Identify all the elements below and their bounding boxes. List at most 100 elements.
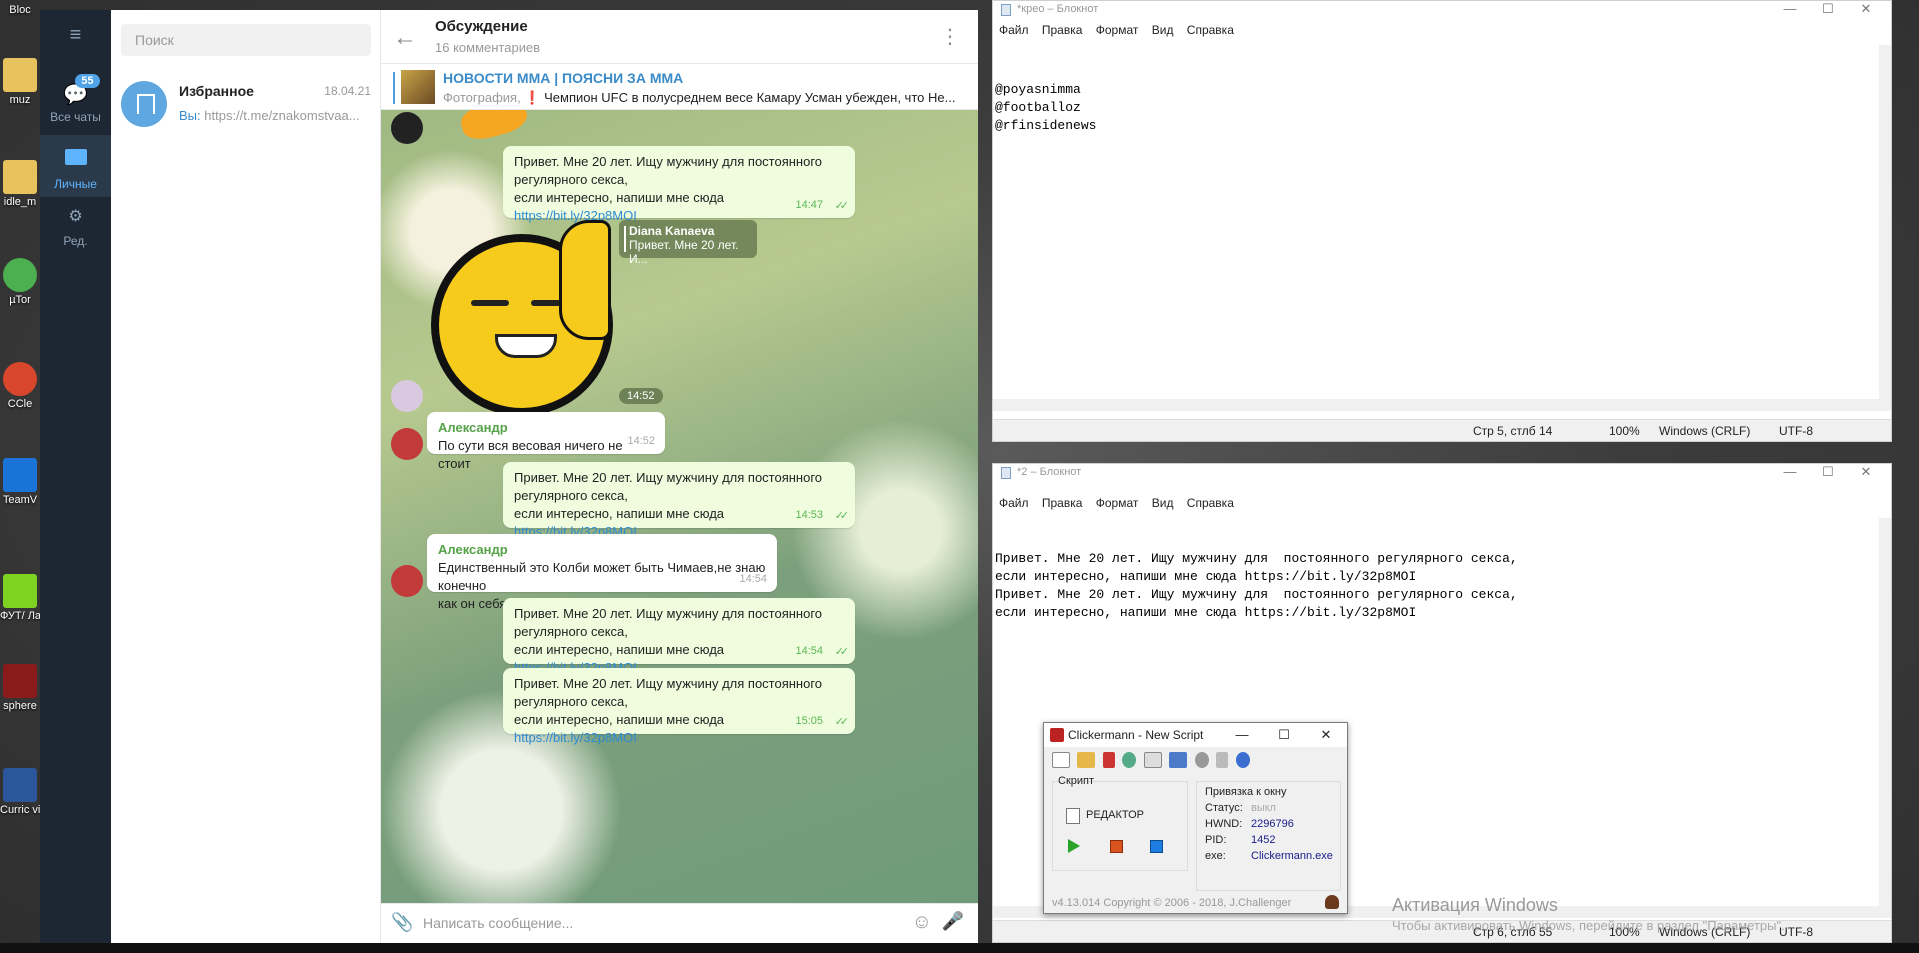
menu-format[interactable]: Формат [1096,496,1139,510]
paperclip-icon[interactable]: 📎 [391,912,413,933]
desktop-icon-football[interactable]: ФУТ/ Лайк и [0,574,40,622]
gear-icon[interactable] [1194,751,1209,768]
message-link[interactable]: https://bit.ly/32p8MOI [514,208,637,223]
message-input[interactable]: Написать сообщение... [423,915,573,931]
folder-edit[interactable]: ⚙ Ред. [40,206,111,258]
minimize-icon[interactable]: — [1771,464,1809,479]
sticker-fragment [457,110,531,144]
maximize-icon[interactable]: ☐ [1809,464,1847,480]
menu-button[interactable]: ≡ [40,24,111,47]
chat-preview: Вы: https://t.me/znakomstvaa... [179,108,374,123]
desktop-icon-label: muz [9,94,31,106]
folder-label: Все чаты [50,110,101,124]
message-out[interactable]: Привет. Мне 20 лет. Ищу мужчину для пост… [503,462,855,539]
maximize-icon[interactable]: ☐ [1809,1,1847,17]
help-icon[interactable] [1235,751,1250,768]
menu-help[interactable]: Справка [1187,496,1234,510]
clickermann-toolbar [1052,751,1253,773]
close-icon[interactable]: ✕ [1305,723,1347,747]
chat-title: Обсуждение [435,18,528,35]
desktop-icon-bloc[interactable]: Bloc [0,4,40,16]
desktop-icon-ccleaner[interactable]: CCle [0,362,40,410]
word-document-icon [3,768,37,802]
vertical-scrollbar[interactable] [1879,45,1891,411]
bookmark-icon [121,81,167,127]
globe-icon[interactable] [1122,751,1137,768]
clickermann-window: Clickermann - New Script — ☐ ✕ Скрипт РЕДА… [1043,722,1348,914]
message-out[interactable]: Привет. Мне 20 лет. Ищу мужчину для пост… [503,668,855,745]
telegram-window: ≡ 💬 55 Все чаты Личные ⚙ Ред. Поиск Избр… [40,10,978,943]
folder-label: Ред. [63,234,88,248]
chat-item-favorites[interactable]: Избранное 18.04.21 Вы: https://t.me/znak… [111,70,381,140]
menu-file[interactable]: Файл [999,496,1029,510]
desktop-icon-utorrent[interactable]: µTor [0,258,40,306]
desktop-icon-teamviewer[interactable]: TeamV [0,458,40,506]
desktop-icon-label: ФУТ/ Лайк и [0,610,40,622]
archive-icon [3,664,37,698]
folder-icon [3,58,37,92]
message-link[interactable]: https://bit.ly/32p8MOI [514,730,637,745]
folder-all-chats[interactable]: 💬 55 Все чаты [40,74,111,132]
minimize-icon[interactable]: — [1221,723,1263,747]
desktop-icon-sphere[interactable]: sphere [0,664,40,712]
menu-edit[interactable]: Правка [1042,23,1083,37]
menu-help[interactable]: Справка [1187,23,1234,37]
hourglass-icon[interactable] [1102,751,1115,768]
calendar-icon[interactable] [1143,751,1162,768]
notepad-icon [1001,467,1011,479]
open-folder-icon[interactable] [1077,751,1096,768]
desktop-icon-idle[interactable]: idle_m [0,160,40,208]
message-out[interactable]: Привет. Мне 20 лет. Ищу мужчину для пост… [503,146,855,223]
avatar[interactable] [391,428,423,460]
message-in[interactable]: Александр Единственный это Колби может б… [427,534,777,611]
stop-icon[interactable] [1110,840,1123,853]
editor-button[interactable]: РЕДАКТОР [1058,803,1178,827]
double-check-icon: ✓✓ [834,510,850,522]
back-arrow-icon[interactable]: ← [393,24,417,52]
notepad-text-area[interactable]: Привет. Мне 20 лет. Ищу мужчину для пост… [995,532,1518,622]
more-vertical-icon[interactable]: ⋮ [940,24,960,49]
message-in[interactable]: Александр По сути вся весовая ничего не … [427,412,665,471]
microphone-icon[interactable]: 🎤 [942,911,964,932]
pinned-post[interactable]: НОВОСТИ ММА | ПОЯСНИ ЗА ММА Фотография, … [381,64,978,110]
reply-quote[interactable]: Diana Kanaeva Привет. Мне 20 лет. И... [619,220,757,266]
message-text: если интересно, напиши мне сюда [514,190,725,205]
close-icon[interactable]: ✕ [1847,1,1885,17]
message-author: Александр [438,420,508,435]
chat-header: ← Обсуждение 16 комментариев ⋮ [381,10,978,64]
vertical-scrollbar[interactable] [1879,518,1891,918]
emoji-icon[interactable]: ☺ [912,911,932,934]
notepad-text-area[interactable]: @poyasnimma @footballoz @rfinsidenews [995,63,1096,135]
desktop-icon-label: TeamV [2,494,38,506]
message-text: регулярного секса, [514,172,628,187]
menu-view[interactable]: Вид [1152,23,1174,37]
table-icon[interactable] [1169,751,1188,768]
status-row: Статус: выкл [1205,802,1276,814]
menu-file[interactable]: Файл [999,23,1029,37]
line-ending: Windows (CRLF) [1659,424,1751,438]
horizontal-scrollbar[interactable] [993,399,1881,411]
menu-edit[interactable]: Правка [1042,496,1083,510]
minimize-icon[interactable]: — [1771,1,1809,16]
teamviewer-icon [3,458,37,492]
avatar[interactable] [391,112,423,144]
reply-author: Diana Kanaeva [629,224,715,238]
preview-text: https://t.me/znakomstvaa... [204,108,360,123]
mouse-icon[interactable] [1216,751,1229,768]
avatar[interactable] [391,565,423,597]
menu-view[interactable]: Вид [1152,496,1174,510]
search-input[interactable]: Поиск [121,24,371,56]
desktop-icon-muz[interactable]: muz [0,58,40,106]
new-file-icon[interactable] [1052,751,1070,768]
menu-format[interactable]: Формат [1096,23,1139,37]
desktop-icon-cv[interactable]: Curric vit [0,768,40,816]
message-text: если интересно, напиши мне сюда [514,712,725,727]
folder-personal[interactable]: Личные [40,135,111,197]
script-label: Скрипт [1058,775,1095,787]
record-icon[interactable] [1150,840,1163,853]
play-icon[interactable] [1068,839,1080,853]
avatar[interactable] [391,380,423,412]
message-out[interactable]: Привет. Мне 20 лет. Ищу мужчину для пост… [503,598,855,675]
close-icon[interactable]: ✕ [1847,464,1885,480]
message-area[interactable]: Привет. Мне 20 лет. Ищу мужчину для пост… [381,110,978,903]
